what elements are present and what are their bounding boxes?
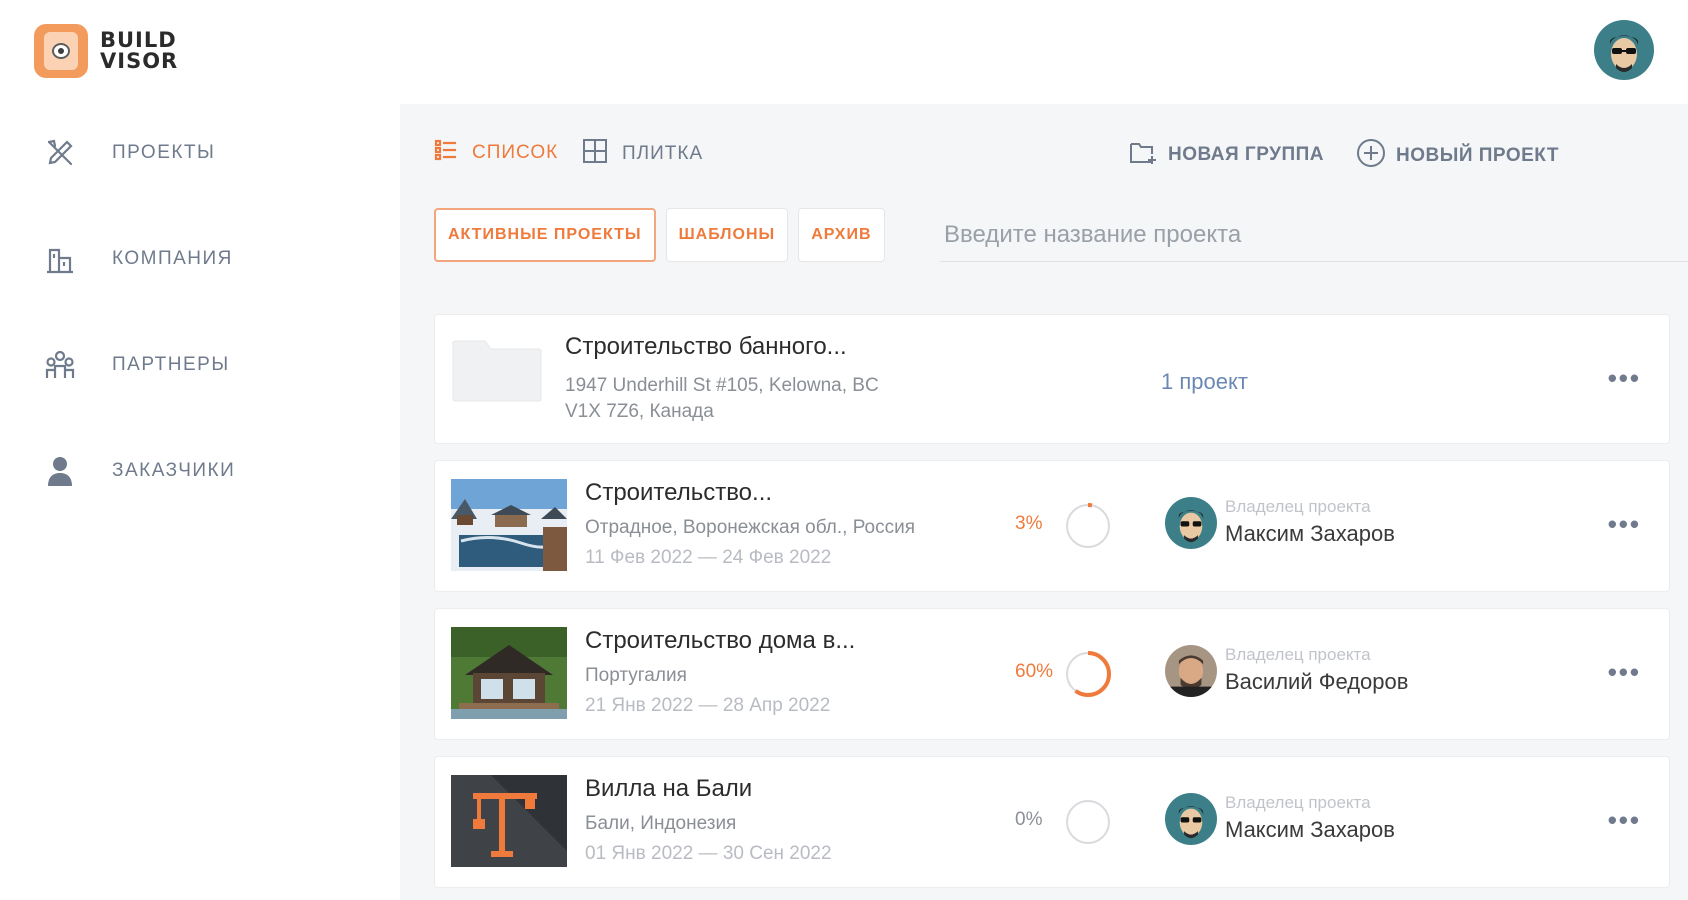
project-card[interactable]: Строительство дома в... Португалия 21 Ян… [434, 608, 1670, 740]
new-project-label: НОВЫЙ ПРОЕКТ [1396, 145, 1559, 166]
project-thumbnail [451, 627, 567, 719]
project-title: Строительство... [585, 479, 773, 506]
view-list-label: СПИСОК [472, 142, 559, 163]
owner-name: Максим Захаров [1225, 817, 1395, 842]
view-list-button[interactable]: СПИСОК [434, 138, 558, 168]
grid-icon [582, 138, 608, 170]
project-card[interactable]: Вилла на Бали Бали, Индонезия 01 Янв 202… [434, 756, 1670, 888]
owner-avatar [1165, 645, 1217, 697]
more-options-icon[interactable]: ••• [1608, 805, 1641, 836]
sidebar-item-customers[interactable]: ЗАКАЗЧИКИ [40, 450, 235, 492]
view-toolbar: СПИСОК ПЛИТКА НОВАЯ ГРУППА НОВЫЙ ПРОЕКТ [434, 138, 1654, 178]
owner-label: Владелец проекта [1225, 497, 1371, 516]
group-title: Строительство банного... [565, 333, 847, 360]
building-icon [40, 239, 80, 279]
customer-icon [40, 451, 80, 491]
sidebar-item-label: ПАРТНЕРЫ [112, 354, 230, 375]
project-list: Строительство банного... 1947 Underhill … [434, 314, 1670, 900]
view-tiles-label: ПЛИТКА [622, 143, 704, 164]
project-location: Португалия [585, 665, 687, 686]
owner-name: Максим Захаров [1225, 521, 1395, 546]
sidebar: BUILD VISOR ПРОЕКТЫ КОМПАНИЯ ПАРТНЕРЫ ЗА… [0, 0, 400, 900]
group-address-line-2: V1X 7Z6, Канада [565, 401, 714, 422]
sidebar-item-projects[interactable]: ПРОЕКТЫ [40, 132, 235, 174]
project-title: Вилла на Бали [585, 775, 753, 802]
project-dates: 01 Янв 2022 — 30 Сен 2022 [585, 843, 832, 864]
sidebar-item-label: КОМПАНИЯ [112, 248, 233, 269]
new-group-label: НОВАЯ ГРУППА [1168, 144, 1324, 165]
project-card[interactable]: Строительство... Отрадное, Воронежская о… [434, 460, 1670, 592]
sidebar-nav: ПРОЕКТЫ КОМПАНИЯ ПАРТНЕРЫ ЗАКАЗЧИКИ [40, 132, 235, 556]
progress-ring [1065, 651, 1111, 697]
project-search-input[interactable] [940, 208, 1688, 262]
sidebar-item-company[interactable]: КОМПАНИЯ [40, 238, 235, 280]
user-avatar[interactable] [1594, 20, 1654, 80]
project-dates: 21 Янв 2022 — 28 Апр 2022 [585, 695, 831, 716]
plus-circle-icon [1356, 138, 1386, 174]
new-group-button[interactable]: НОВАЯ ГРУППА [1128, 138, 1324, 172]
more-options-icon[interactable]: ••• [1608, 509, 1641, 540]
more-options-icon[interactable]: ••• [1608, 657, 1641, 688]
logo[interactable]: BUILD VISOR [34, 24, 178, 78]
main-content: СПИСОК ПЛИТКА НОВАЯ ГРУППА НОВЫЙ ПРОЕКТ … [400, 104, 1688, 900]
project-progress: 0% [1015, 797, 1125, 847]
folder-icon [451, 339, 543, 403]
sidebar-item-partners[interactable]: ПАРТНЕРЫ [40, 344, 235, 386]
project-progress: 3% [1015, 501, 1125, 551]
progress-percent: 3% [1015, 513, 1043, 534]
project-location: Бали, Индонезия [585, 813, 737, 834]
project-owner[interactable]: Владелец проекта Максим Захаров [1165, 497, 1485, 557]
owner-label: Владелец проекта [1225, 793, 1371, 812]
sidebar-item-label: ПРОЕКТЫ [112, 142, 216, 163]
owner-avatar [1165, 497, 1217, 549]
progress-percent: 0% [1015, 809, 1043, 830]
project-progress: 60% [1015, 649, 1125, 699]
new-group-icon [1128, 138, 1158, 172]
group-address-line-1: 1947 Underhill St #105, Kelowna, BC [565, 375, 879, 396]
list-icon [434, 138, 458, 168]
filter-active-projects[interactable]: АКТИВНЫЕ ПРОЕКТЫ [434, 208, 656, 262]
project-thumbnail [451, 479, 567, 571]
sidebar-item-label: ЗАКАЗЧИКИ [112, 460, 236, 481]
view-tiles-button[interactable]: ПЛИТКА [582, 138, 703, 170]
new-project-button[interactable]: НОВЫЙ ПРОЕКТ [1356, 138, 1559, 174]
project-title: Строительство дома в... [585, 627, 856, 654]
owner-label: Владелец проекта [1225, 645, 1371, 664]
filter-archive[interactable]: АРХИВ [798, 208, 885, 262]
group-project-count[interactable]: 1 проект [1161, 369, 1248, 395]
logo-eye-icon [34, 24, 88, 78]
project-owner[interactable]: Владелец проекта Василий Федоров [1165, 645, 1485, 705]
project-thumbnail [451, 775, 567, 867]
project-location: Отрадное, Воронежская обл., Россия [585, 517, 916, 538]
tools-icon [40, 133, 80, 173]
more-options-icon[interactable]: ••• [1608, 363, 1641, 394]
owner-name: Василий Федоров [1225, 669, 1409, 694]
owner-avatar [1165, 793, 1217, 845]
project-group-card[interactable]: Строительство банного... 1947 Underhill … [434, 314, 1670, 444]
project-owner[interactable]: Владелец проекта Максим Захаров [1165, 793, 1485, 853]
progress-percent: 60% [1015, 661, 1054, 682]
progress-ring [1066, 800, 1110, 844]
logo-line-1: BUILD [100, 28, 177, 52]
logo-text: BUILD VISOR [100, 30, 178, 72]
logo-line-2: VISOR [100, 49, 179, 73]
partners-icon [40, 345, 80, 385]
filter-tabs: АКТИВНЫЕ ПРОЕКТЫ ШАБЛОНЫ АРХИВ [434, 208, 885, 262]
project-dates: 11 Фев 2022 — 24 Фев 2022 [585, 547, 832, 568]
filter-templates[interactable]: ШАБЛОНЫ [665, 208, 789, 262]
progress-ring [1065, 503, 1111, 549]
